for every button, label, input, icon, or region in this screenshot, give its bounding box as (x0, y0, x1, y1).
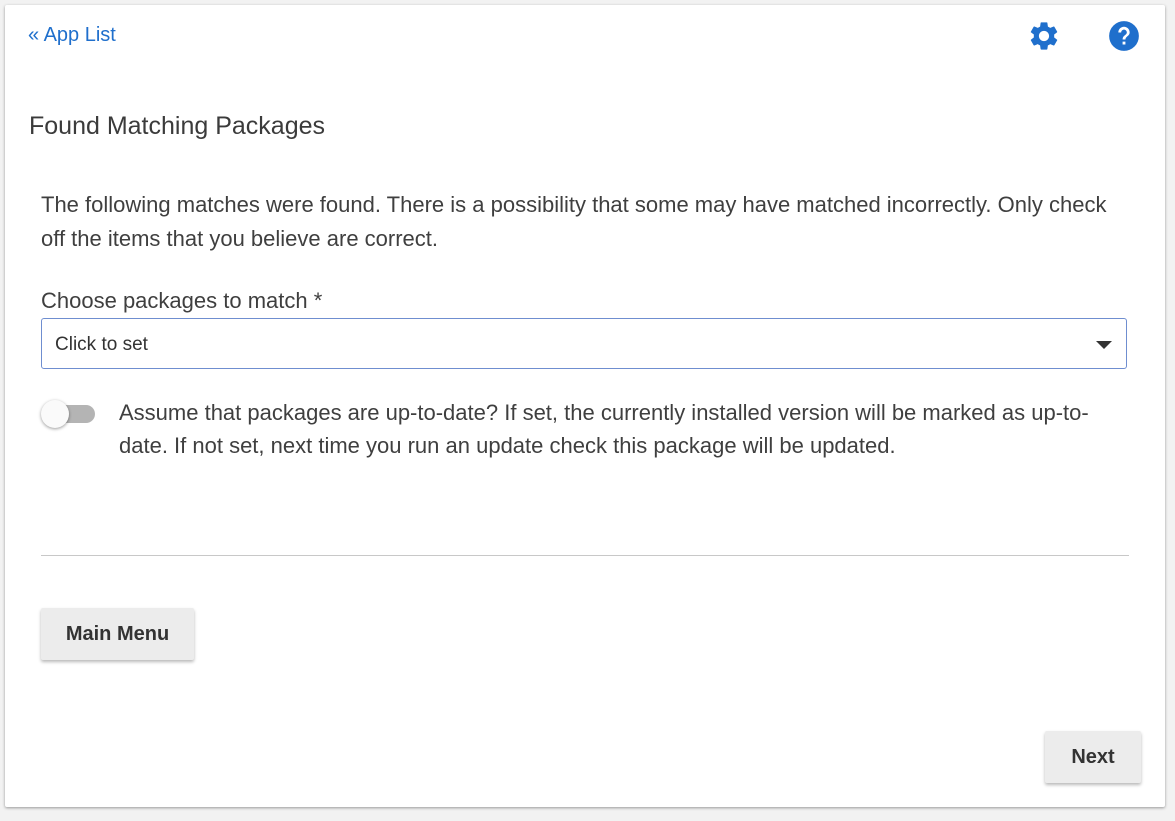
app-list-link[interactable]: « App List (28, 24, 116, 47)
caret-down-icon (1096, 341, 1112, 349)
next-button[interactable]: Next (1045, 731, 1141, 783)
packages-select[interactable]: Click to set (41, 318, 1127, 369)
gear-icon (1027, 19, 1061, 58)
settings-button[interactable] (1026, 20, 1062, 56)
main-menu-button[interactable]: Main Menu (41, 608, 194, 660)
help-button[interactable] (1106, 20, 1142, 56)
help-circle-icon (1107, 19, 1141, 58)
packages-field-label: Choose packages to match * (41, 288, 323, 313)
page-description: The following matches were found. There … (41, 192, 1107, 251)
uptodate-toggle-label: Assume that packages are up-to-date? If … (119, 400, 1089, 458)
uptodate-toggle[interactable] (41, 400, 97, 428)
divider (41, 555, 1129, 556)
main-card: « App List Found Matching Packages The f… (5, 5, 1165, 807)
packages-select-value: Click to set (55, 334, 148, 355)
page-title: Found Matching Packages (29, 112, 326, 140)
toggle-knob (41, 400, 69, 428)
